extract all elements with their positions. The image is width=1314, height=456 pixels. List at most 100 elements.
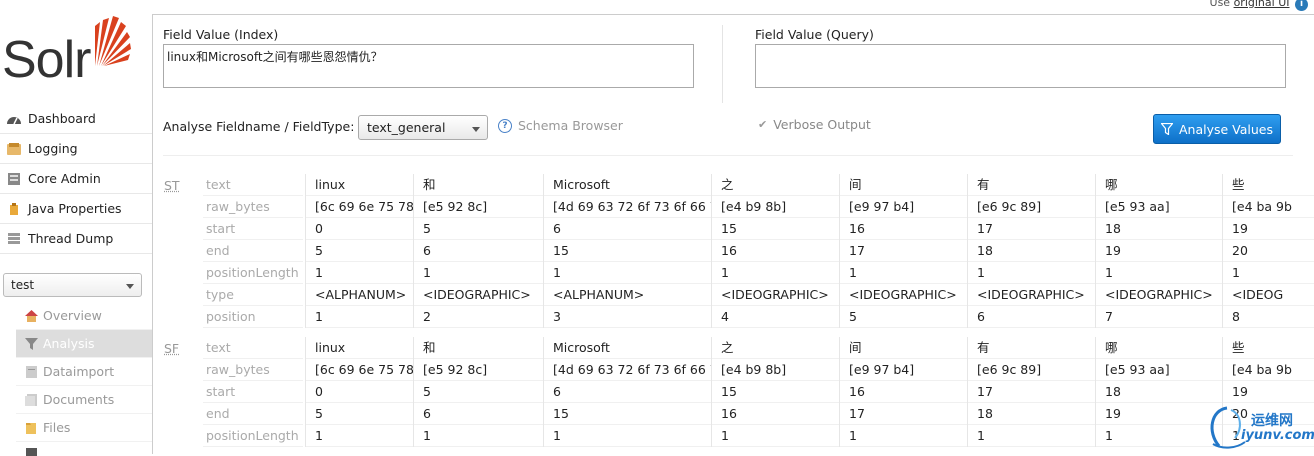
token-value: 间 [840, 337, 967, 359]
token-value: 2 [414, 306, 543, 328]
core-menu-analysis[interactable]: Analysis [16, 330, 152, 358]
property-name: text [203, 337, 303, 359]
core-selector[interactable]: test [3, 273, 142, 297]
property-name: raw_bytes [203, 359, 303, 381]
token-value: [e6 9c 89] [968, 196, 1095, 218]
token-value: 19 [1096, 403, 1222, 425]
analysis-panel: Field Value (Index) linux和Microsoft之间有哪些… [152, 14, 1314, 454]
watermark-line2: iyunv.com [1241, 428, 1314, 443]
token-value: 1 [1223, 262, 1314, 284]
token-value: 16 [840, 218, 967, 240]
token-value: 1 [712, 262, 839, 284]
token-value: [e4 ba 9b [1223, 196, 1314, 218]
use-original-ui-prefix: Use [1209, 0, 1231, 9]
core-menu-documents[interactable]: Documents [16, 386, 152, 414]
property-name: positionLength [203, 425, 303, 447]
menu-item-logging[interactable]: Logging [0, 134, 152, 164]
property-name: end [203, 240, 303, 262]
token-value: <IDEOGRAPHIC> [1096, 284, 1222, 306]
token-value: 17 [968, 218, 1095, 240]
token-value: [4d 69 63 72 6f 73 6f 66 74] [544, 196, 711, 218]
original-ui-link[interactable]: original UI [1234, 0, 1290, 9]
watermark: 运维网 iyunv.com [1205, 402, 1314, 454]
token-value: <IDEOG [1223, 284, 1314, 306]
core-menu-overview[interactable]: Overview [16, 302, 152, 330]
token-column: 之 [e4 b9 8b] 15 16 1 <IDEOGRAPHIC> 4 [711, 174, 839, 328]
menu-item-label: Thread Dump [28, 231, 114, 246]
token-column: 和 [e5 92 8c] 5 6 1 [413, 337, 543, 447]
analyse-values-label: Analyse Values [1178, 121, 1274, 137]
token-value: 15 [544, 403, 711, 425]
core-menu-dataimport[interactable]: Dataimport [16, 358, 152, 386]
token-value: 1 [1096, 425, 1222, 447]
core-selector-value: test [11, 278, 35, 292]
token-value: linux [306, 174, 413, 196]
stage-name[interactable]: ST [164, 178, 180, 193]
token-value: 16 [840, 381, 967, 403]
token-value: 1 [544, 425, 711, 447]
token-value: 1 [1096, 262, 1222, 284]
token-value: [e5 93 aa] [1096, 359, 1222, 381]
token-value: [e4 b9 8b] [712, 196, 839, 218]
property-name: type [203, 284, 303, 306]
checkmark-icon[interactable]: ✔ [758, 118, 767, 131]
token-value: 哪 [1096, 337, 1222, 359]
menu-item-label: Logging [28, 141, 78, 156]
token-value: 有 [968, 337, 1095, 359]
chevron-down-icon [472, 127, 480, 132]
token-value: 19 [1223, 218, 1314, 240]
stage-name[interactable]: SF [164, 341, 179, 356]
token-value: 8 [1223, 306, 1314, 328]
info-icon[interactable]: i [1295, 0, 1308, 11]
fieldtype-label: Analyse Fieldname / FieldType: [163, 119, 355, 134]
watermark-line1: 运维网 [1251, 413, 1293, 429]
token-value: Microsoft [544, 337, 711, 359]
filter-icon [25, 337, 38, 350]
solr-logo[interactable]: Solr [0, 8, 140, 89]
token-value: 6 [414, 403, 543, 425]
menu-item-label: Core Admin [28, 171, 101, 186]
token-column: 些 [e4 ba 9b 19 20 1 <IDEOG 8 [1222, 174, 1314, 328]
token-value: 之 [712, 337, 839, 359]
token-value: <IDEOGRAPHIC> [968, 284, 1095, 306]
main-menu: Dashboard Logging Core Admin Java Proper… [0, 104, 152, 254]
token-value: 5 [306, 403, 413, 425]
fieldtype-select[interactable]: text_general [358, 115, 488, 140]
token-value: 6 [544, 218, 711, 240]
token-value: [e4 ba 9b [1223, 359, 1314, 381]
token-column: Microsoft[4d 69 63 72 6f 73 6f 66 74]615… [543, 337, 711, 447]
token-value: 5 [414, 381, 543, 403]
token-value: [e9 97 b4] [840, 359, 967, 381]
token-value: 和 [414, 174, 543, 196]
token-value: 16 [712, 403, 839, 425]
token-column: 之 [e4 b9 8b] 15 16 1 [711, 337, 839, 447]
menu-item-dashboard[interactable]: Dashboard [0, 104, 152, 134]
use-original-ui: Use original UI i [1210, 0, 1308, 11]
schema-browser-link[interactable]: ? Schema Browser [498, 118, 623, 133]
menu-item-core-admin[interactable]: Core Admin [0, 164, 152, 194]
core-menu-label: Overview [43, 308, 102, 323]
token-value: 1 [840, 425, 967, 447]
menu-item-java-properties[interactable]: Java Properties [0, 194, 152, 224]
token-value: 5 [306, 240, 413, 262]
menu-item-thread-dump[interactable]: Thread Dump [0, 224, 152, 254]
form-divider [722, 25, 723, 103]
property-column: text raw_bytes start end positionLength [203, 337, 303, 447]
property-name: start [203, 218, 303, 240]
token-value: 和 [414, 337, 543, 359]
files-icon [26, 422, 36, 434]
query-value-textarea[interactable] [755, 44, 1286, 88]
query-field-label: Field Value (Query) [755, 27, 874, 42]
token-value: 6 [544, 381, 711, 403]
token-value: 17 [840, 403, 967, 425]
index-value-textarea[interactable]: linux和Microsoft之间有哪些恩怨情仇？ [163, 44, 694, 88]
analyse-values-button[interactable]: Analyse Values [1153, 114, 1281, 144]
token-value: 18 [968, 403, 1095, 425]
token-value: 1 [544, 262, 711, 284]
token-value: 6 [968, 306, 1095, 328]
token-value: [6c 69 6e 75 78] [306, 196, 413, 218]
verbose-output-toggle[interactable]: ✔ Verbose Output [758, 117, 871, 132]
core-menu-label: Documents [43, 392, 115, 407]
property-name: text [203, 174, 303, 196]
core-menu-files[interactable]: Files [16, 414, 152, 442]
